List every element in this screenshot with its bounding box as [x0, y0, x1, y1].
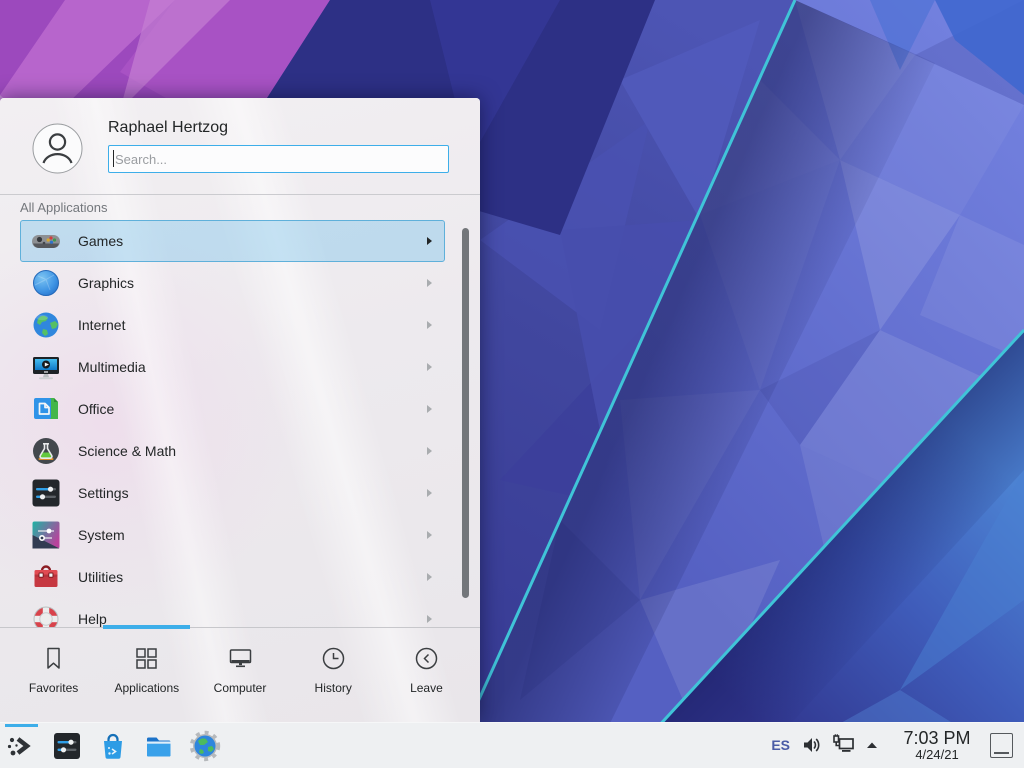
clock-icon: [320, 645, 347, 672]
category-label: Settings: [78, 485, 427, 501]
wired-network-icon[interactable]: [832, 733, 856, 757]
folder-icon: [143, 730, 175, 762]
category-row-science-math[interactable]: Science & Math: [20, 430, 445, 472]
submenu-arrow-icon: [427, 321, 432, 329]
submenu-arrow-icon: [427, 531, 432, 539]
grid-icon: [133, 645, 160, 672]
submenu-arrow-icon: [427, 615, 432, 623]
app-launcher-button[interactable]: [5, 730, 37, 762]
digital-clock[interactable]: 7:03 PM 4/24/21: [894, 728, 980, 763]
category-row-settings[interactable]: Settings: [20, 472, 445, 514]
submenu-arrow-icon: [427, 279, 432, 287]
submenu-arrow-icon: [427, 405, 432, 413]
category-row-help[interactable]: Help: [20, 598, 445, 627]
application-category-list: Games Graphics Internet: [20, 220, 445, 627]
web-browser-button[interactable]: [189, 730, 221, 762]
active-task-indicator: [5, 724, 38, 727]
category-label: Internet: [78, 317, 427, 333]
category-label: Office: [78, 401, 427, 417]
clock-date: 4/24/21: [894, 748, 980, 763]
tab-leave[interactable]: Leave: [380, 628, 473, 722]
user-avatar[interactable]: [32, 123, 83, 174]
flask-icon: [30, 435, 62, 467]
system-sliders-icon: [30, 519, 62, 551]
show-desktop-button[interactable]: [990, 733, 1013, 758]
leave-icon: [413, 645, 440, 672]
keyboard-layout-indicator[interactable]: ES: [771, 737, 790, 753]
sliders-icon: [30, 477, 62, 509]
category-label: Graphics: [78, 275, 427, 291]
tab-label: Favorites: [29, 681, 78, 695]
web-browser-icon: [189, 730, 221, 762]
tab-applications[interactable]: Applications: [100, 628, 193, 722]
category-row-games[interactable]: Games: [20, 220, 445, 262]
sphere-icon: [30, 267, 62, 299]
tab-label: Computer: [214, 681, 267, 695]
tab-favorites[interactable]: Favorites: [7, 628, 100, 722]
category-label: Science & Math: [78, 443, 427, 459]
tab-label: Applications: [114, 681, 179, 695]
header-separator: [0, 194, 480, 195]
toolbox-icon: [30, 561, 62, 593]
system-tray: ES 7:03 PM 4/24/21: [771, 728, 1024, 763]
gamepad-icon: [30, 225, 62, 257]
tab-computer[interactable]: Computer: [193, 628, 286, 722]
category-row-graphics[interactable]: Graphics: [20, 262, 445, 304]
category-label: Games: [78, 233, 427, 249]
lifebuoy-icon: [30, 603, 62, 627]
category-row-utilities[interactable]: Utilities: [20, 556, 445, 598]
tab-label: Leave: [410, 681, 443, 695]
category-label: Utilities: [78, 569, 427, 585]
taskbar-panel: ES 7:03 PM 4/24/21: [0, 722, 1024, 768]
user-name: Raphael Hertzog: [108, 119, 228, 137]
category-label: Multimedia: [78, 359, 427, 375]
category-row-system[interactable]: System: [20, 514, 445, 556]
tab-history[interactable]: History: [287, 628, 380, 722]
submenu-arrow-icon: [427, 363, 432, 371]
system-settings-icon: [51, 730, 83, 762]
system-settings-button[interactable]: [51, 730, 83, 762]
discover-store-button[interactable]: [97, 730, 129, 762]
category-row-office[interactable]: Office: [20, 388, 445, 430]
tab-label: History: [315, 681, 352, 695]
category-row-multimedia[interactable]: Multimedia: [20, 346, 445, 388]
computer-icon: [227, 645, 254, 672]
text-caret: [113, 150, 114, 167]
document-icon: [30, 393, 62, 425]
bookmark-icon: [40, 645, 67, 672]
clock-time: 7:03 PM: [894, 728, 980, 748]
monitor-play-icon: [30, 351, 62, 383]
file-manager-button[interactable]: [143, 730, 175, 762]
submenu-arrow-icon: [427, 237, 432, 245]
volume-icon[interactable]: [801, 734, 823, 756]
submenu-arrow-icon: [427, 489, 432, 497]
section-label: All Applications: [20, 200, 107, 215]
app-launcher-icon: [5, 730, 37, 762]
application-launcher-menu: Raphael Hertzog All Applications Games: [0, 98, 480, 722]
launcher-tabbar: Favorites Applications Computer: [7, 628, 473, 722]
submenu-arrow-icon: [427, 573, 432, 581]
submenu-arrow-icon: [427, 447, 432, 455]
search-input[interactable]: [108, 145, 449, 173]
category-row-internet[interactable]: Internet: [20, 304, 445, 346]
category-label: System: [78, 527, 427, 543]
globe-icon: [30, 309, 62, 341]
expand-tray-arrow-icon[interactable]: [865, 739, 879, 751]
list-scrollbar[interactable]: [462, 228, 469, 598]
discover-bag-icon: [97, 730, 129, 762]
